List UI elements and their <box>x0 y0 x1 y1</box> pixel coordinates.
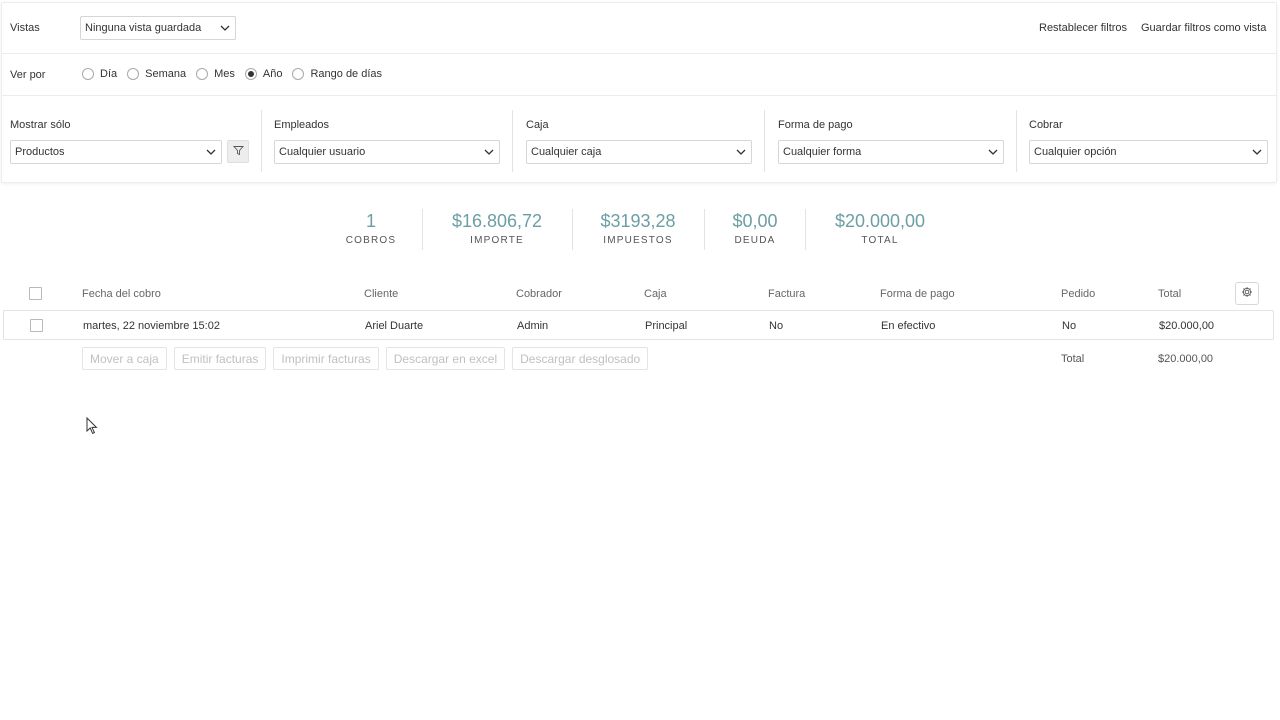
register-value: Cualquier caja <box>531 146 602 158</box>
payment-method-label: Forma de pago <box>778 119 853 131</box>
payment-method-select[interactable]: Cualquier forma <box>778 140 1004 164</box>
employees-value: Cualquier usuario <box>279 146 366 158</box>
select-all-checkbox[interactable] <box>29 287 42 300</box>
cell-forma-pago: En efectivo <box>881 320 936 332</box>
download-breakdown-button[interactable]: Descargar desglosado <box>512 347 649 370</box>
print-invoices-button[interactable]: Imprimir facturas <box>273 347 379 370</box>
radio-semana[interactable]: Semana <box>127 68 186 80</box>
column-header-total[interactable]: Total <box>1158 288 1181 300</box>
employees-select[interactable]: Cualquier usuario <box>274 140 500 164</box>
views-row: Vistas Ninguna vista guardada Restablece… <box>2 3 1276 54</box>
divider <box>805 209 806 250</box>
stat-impuestos: $3193,28 IMPUESTOS <box>588 208 688 248</box>
summary-stats: 1 COBROS $16.806,72 IMPORTE $3193,28 IMP… <box>0 208 1280 252</box>
mouse-cursor-icon <box>86 416 98 438</box>
stat-value: $16.806,72 <box>451 211 543 231</box>
download-excel-button[interactable]: Descargar en excel <box>385 347 506 370</box>
radio-button[interactable] <box>196 68 209 80</box>
chevron-down-icon <box>735 146 747 158</box>
chevron-down-icon <box>205 146 217 158</box>
cell-pedido: No <box>1062 320 1077 332</box>
table-settings-button[interactable] <box>1235 282 1259 305</box>
cell-fecha: martes, 22 noviembre 15:02 <box>83 320 220 332</box>
divider <box>1016 110 1017 172</box>
employees-label: Empleados <box>274 119 330 131</box>
bulk-actions: Mover a caja Emitir facturas Imprimir fa… <box>82 347 655 370</box>
filter-panel: Vistas Ninguna vista guardada Restablece… <box>1 2 1277 183</box>
save-filters-view-link[interactable]: Guardar filtros como vista <box>1141 22 1266 34</box>
radio-mes[interactable]: Mes <box>196 68 235 80</box>
view-by-label: Ver por <box>10 69 46 81</box>
radio-ano[interactable]: Año <box>244 68 282 80</box>
table-row[interactable]: martes, 22 noviembre 15:02 Ariel Duarte … <box>3 310 1274 340</box>
chevron-down-icon <box>1251 146 1263 158</box>
column-header-caja[interactable]: Caja <box>644 288 667 300</box>
radio-dia[interactable]: Día <box>82 68 117 80</box>
filter-funnel-icon <box>232 145 244 159</box>
charge-label: Cobrar <box>1029 119 1063 131</box>
stat-label: COBROS <box>345 235 397 246</box>
divider <box>422 209 423 250</box>
reset-filters-link[interactable]: Restablecer filtros <box>1039 22 1127 34</box>
chevron-down-icon <box>219 22 231 34</box>
chevron-down-icon <box>483 146 495 158</box>
radio-button[interactable] <box>127 68 140 80</box>
stat-value: $0,00 <box>732 211 778 231</box>
stat-value: 1 <box>365 211 376 231</box>
filter-button[interactable] <box>227 140 249 163</box>
footer-total-label: Total <box>1061 353 1085 365</box>
move-to-register-button[interactable]: Mover a caja <box>82 347 167 370</box>
show-only-select[interactable]: Productos <box>10 140 222 164</box>
divider <box>261 110 262 172</box>
stat-label: TOTAL <box>861 235 899 246</box>
stat-importe: $16.806,72 IMPORTE <box>437 208 557 248</box>
row-checkbox[interactable] <box>30 319 43 332</box>
cell-caja: Principal <box>645 320 688 332</box>
cell-total: $20.000,00 <box>1159 320 1215 332</box>
show-only-label: Mostrar sólo <box>10 119 71 131</box>
charge-value: Cualquier opción <box>1034 146 1117 158</box>
register-select[interactable]: Cualquier caja <box>526 140 752 164</box>
stat-label: DEUDA <box>734 235 776 246</box>
radio-rango-dias[interactable]: Rango de días <box>292 68 382 80</box>
divider <box>572 209 573 250</box>
views-label: Vistas <box>10 22 40 34</box>
chevron-down-icon <box>987 146 999 158</box>
footer-total-value: $20.000,00 <box>1158 353 1214 365</box>
register-label: Caja <box>526 119 549 131</box>
views-select-value: Ninguna vista guardada <box>85 22 202 34</box>
table-header: Fecha del cobro Cliente Cobrador Caja Fa… <box>0 282 1280 306</box>
column-header-forma-pago[interactable]: Forma de pago <box>880 288 955 300</box>
column-header-factura[interactable]: Factura <box>768 288 805 300</box>
cell-factura: No <box>769 320 784 332</box>
column-header-cobrador[interactable]: Cobrador <box>516 288 562 300</box>
charge-select[interactable]: Cualquier opción <box>1029 140 1268 164</box>
view-by-radio-group: Día Semana Mes Año Rango de días <box>82 68 392 80</box>
stat-cobros: 1 COBROS <box>336 208 406 248</box>
stat-label: IMPORTE <box>470 235 524 246</box>
cell-cliente: Ariel Duarte <box>365 320 424 332</box>
radio-button[interactable] <box>82 68 94 80</box>
cell-cobrador: Admin <box>517 320 549 332</box>
show-only-value: Productos <box>15 146 65 158</box>
divider <box>704 209 705 250</box>
stat-deuda: $0,00 DEUDA <box>720 208 790 248</box>
stat-total: $20.000,00 TOTAL <box>820 208 940 248</box>
radio-button[interactable] <box>292 68 305 80</box>
column-header-fecha[interactable]: Fecha del cobro <box>82 288 161 300</box>
radio-button-checked[interactable] <box>244 68 257 80</box>
divider <box>512 110 513 172</box>
divider <box>764 110 765 172</box>
filters-row: Mostrar sólo Productos Empleados Cualqui… <box>2 96 1276 184</box>
view-by-row: Ver por Día Semana Mes Año Rango de días <box>2 54 1276 96</box>
gear-icon <box>1241 286 1253 301</box>
views-select[interactable]: Ninguna vista guardada <box>80 16 236 40</box>
column-header-cliente[interactable]: Cliente <box>364 288 398 300</box>
column-header-pedido[interactable]: Pedido <box>1061 288 1095 300</box>
payment-method-value: Cualquier forma <box>783 146 862 158</box>
stat-value: $3193,28 <box>600 211 676 231</box>
stat-value: $20.000,00 <box>834 211 926 231</box>
issue-invoices-button[interactable]: Emitir facturas <box>173 347 267 370</box>
stat-label: IMPUESTOS <box>603 235 673 246</box>
